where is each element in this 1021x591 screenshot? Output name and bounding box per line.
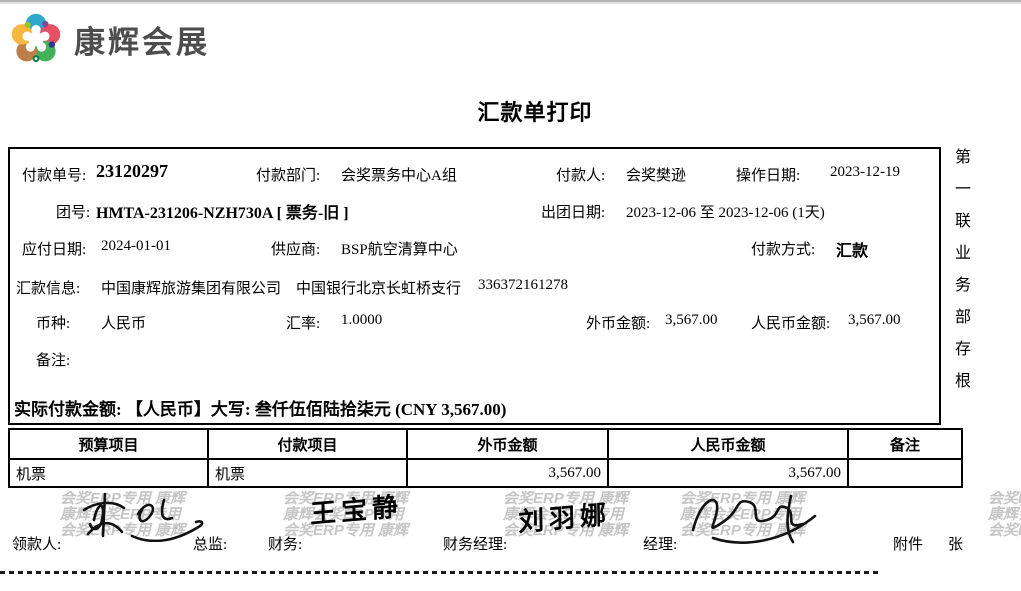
- manager-label: 经理:: [643, 533, 677, 554]
- actual-amount-label: 实际付款金额:: [14, 400, 122, 419]
- payment-items-table: 预算项目付款项目外币金额人民币金额备注 机票机票3,567.003,567.00: [8, 428, 963, 488]
- payment-table-header-cell: 备注: [848, 429, 962, 459]
- actual-amount-line: 实际付款金额: 【人民币】大写: 叁仟伍佰陆拾柒元 (CNY 3,567.00): [14, 395, 506, 420]
- remark-label: 备注:: [36, 349, 70, 370]
- finance-label: 财务:: [268, 533, 302, 554]
- attachment-label: 附件: [893, 533, 923, 554]
- pay-method-label: 付款方式:: [751, 238, 815, 259]
- payment-table-header-row: 预算项目付款项目外币金额人民币金额备注: [9, 429, 962, 459]
- payment-table-header-cell: 预算项目: [9, 429, 208, 459]
- actual-amount-text: 【人民币】大写: 叁仟伍佰陆拾柒元 (CNY 3,567.00): [126, 400, 506, 419]
- currency-label: 币种:: [36, 312, 70, 333]
- remit-company: 中国康辉旅游集团有限公司: [101, 277, 281, 298]
- payment-table-header-cell: 付款项目: [208, 429, 407, 459]
- copy-side-note: 第一联业务部存根: [948, 148, 972, 404]
- director-label: 总监:: [193, 533, 227, 554]
- supplier-value: BSP航空清算中心: [341, 238, 458, 259]
- payment-info-box: 付款单号: 23120297 付款部门: 会奖票务中心A组 付款人: 会奖樊逊 …: [8, 147, 941, 425]
- payment-table-header-cell: 人民币金额: [608, 429, 848, 459]
- due-date-label: 应付日期:: [22, 238, 86, 259]
- group-no-label: 团号:: [56, 201, 90, 222]
- rate-label: 汇率:: [286, 312, 320, 333]
- attachment-unit: 张: [948, 533, 963, 554]
- currency-value: 人民币: [101, 312, 146, 333]
- page-title: 汇款单打印: [477, 95, 592, 127]
- window-top-border: [0, 0, 1021, 5]
- payment-table-cell: 3,567.00: [608, 459, 848, 487]
- pay-dept-label: 付款部门:: [256, 164, 320, 185]
- foreign-amount-label: 外币金额:: [586, 312, 650, 333]
- tour-date-label: 出团日期:: [541, 201, 605, 222]
- kanghui-flower-logo-icon: [8, 10, 64, 68]
- payment-table-body: 机票机票3,567.003,567.00: [9, 459, 962, 487]
- tour-date-value: 2023-12-06 至 2023-12-06 (1天): [626, 201, 825, 222]
- cny-amount-label: 人民币金额:: [751, 312, 830, 333]
- remit-account: 336372161278: [478, 277, 568, 294]
- finance-manager-label: 财务经理:: [443, 533, 507, 554]
- cny-amount-value: 3,567.00: [848, 312, 901, 329]
- cut-dashed-line: [0, 571, 880, 574]
- group-no-value: HMTA-231206-NZH730A [ 票务-旧 ]: [96, 199, 349, 223]
- foreign-amount-value: 3,567.00: [665, 312, 718, 329]
- payer-value: 会奖樊逊: [626, 164, 686, 185]
- pay-method-value: 汇款: [836, 237, 868, 261]
- payer-label: 付款人:: [556, 164, 605, 185]
- remittance-print-page: 康辉会展 汇款单打印 第一联业务部存根 付款单号: 23120297 付款部门:…: [0, 0, 1021, 591]
- due-date-value: 2024-01-01: [101, 238, 171, 255]
- payment-no-label: 付款单号:: [22, 164, 86, 185]
- pay-dept-value: 会奖票务中心A组: [341, 164, 457, 185]
- op-date-value: 2023-12-19: [830, 164, 900, 181]
- payee-label: 领款人:: [12, 533, 61, 554]
- brand-header: 康辉会展: [8, 10, 210, 68]
- payment-table-cell: 3,567.00: [407, 459, 608, 487]
- op-date-label: 操作日期:: [736, 164, 800, 185]
- payment-table-cell: 机票: [208, 459, 407, 487]
- payment-no-value: 23120297: [96, 161, 168, 182]
- remit-info-label: 汇款信息:: [16, 277, 80, 298]
- remit-bank: 中国银行北京长虹桥支行: [296, 277, 461, 298]
- payment-table-cell: 机票: [9, 459, 208, 487]
- rate-value: 1.0000: [341, 312, 382, 329]
- payment-table-row: 机票机票3,567.003,567.00: [9, 459, 962, 487]
- manager-signature: [683, 486, 823, 550]
- supplier-label: 供应商:: [271, 238, 320, 259]
- payment-table-cell: [848, 459, 962, 487]
- payment-table-header-cell: 外币金额: [407, 429, 608, 459]
- erp-watermark: 会奖ERP专用 康辉康辉会奖ERP专用会奖ERP专用 康辉: [988, 491, 1021, 541]
- brand-name: 康辉会展: [74, 17, 210, 62]
